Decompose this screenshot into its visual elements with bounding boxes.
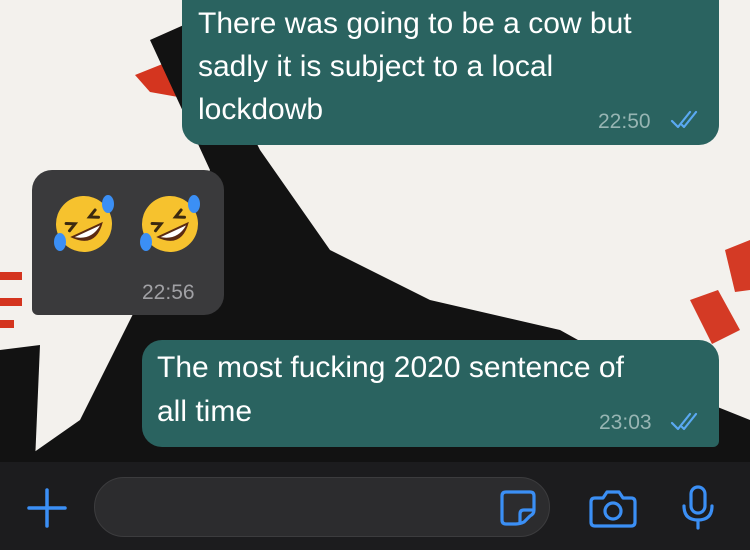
message-text-line: all time [157,395,253,428]
sticker-icon[interactable] [498,488,538,528]
microphone-icon[interactable] [680,484,716,530]
read-receipt-icon [670,412,698,431]
camera-icon[interactable] [589,488,637,528]
read-receipt-icon [670,110,698,129]
message-time: 23:03 [599,411,652,434]
message-time: 22:50 [598,110,651,133]
rolling-on-floor-laughing-emoji [140,195,200,252]
message-bubble-outgoing[interactable]: The most fucking 2020 sentence of all ti… [142,340,719,447]
plus-icon[interactable] [25,486,69,530]
rolling-on-floor-laughing-emoji [54,195,114,252]
message-text-line: sadly it is subject to a local [198,50,554,83]
message-text-line: lockdowb [198,93,324,126]
message-input[interactable] [94,477,550,537]
message-bubble-incoming[interactable]: 22:56 [32,170,224,315]
message-time: 22:56 [142,281,195,304]
message-bubble-outgoing[interactable]: There was going to be a cow but sadly it… [182,0,719,145]
message-text-line: The most fucking 2020 sentence of [157,351,624,384]
message-text-line: There was going to be a cow but [198,7,632,40]
